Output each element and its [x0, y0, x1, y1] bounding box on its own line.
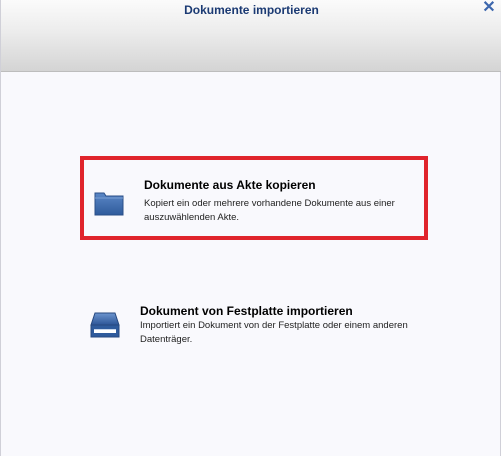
- import-from-disk-label: Dokument von Festplatte importieren: [140, 304, 353, 318]
- copy-from-file-option[interactable]: Dokumente aus Akte kopieren Kopiert ein …: [80, 156, 428, 240]
- folder-icon: [94, 190, 124, 221]
- hard-drive-icon: [90, 311, 120, 344]
- copy-from-file-label: Dokumente aus Akte kopieren: [144, 178, 316, 192]
- import-from-disk-description: Importiert ein Dokument von der Festplat…: [140, 320, 408, 345]
- copy-from-file-description: Kopiert ein oder mehrere vorhandene Doku…: [144, 198, 395, 223]
- close-icon[interactable]: ✕: [482, 0, 496, 16]
- dialog-titlebar: Dokumente importieren ✕: [1, 0, 501, 72]
- import-documents-dialog: Dokumente importieren ✕ Dokumente aus Ak…: [0, 0, 501, 456]
- dialog-title: Dokumente importieren: [184, 3, 319, 17]
- import-from-disk-option[interactable]: Dokument von Festplatte importieren Impo…: [80, 285, 428, 369]
